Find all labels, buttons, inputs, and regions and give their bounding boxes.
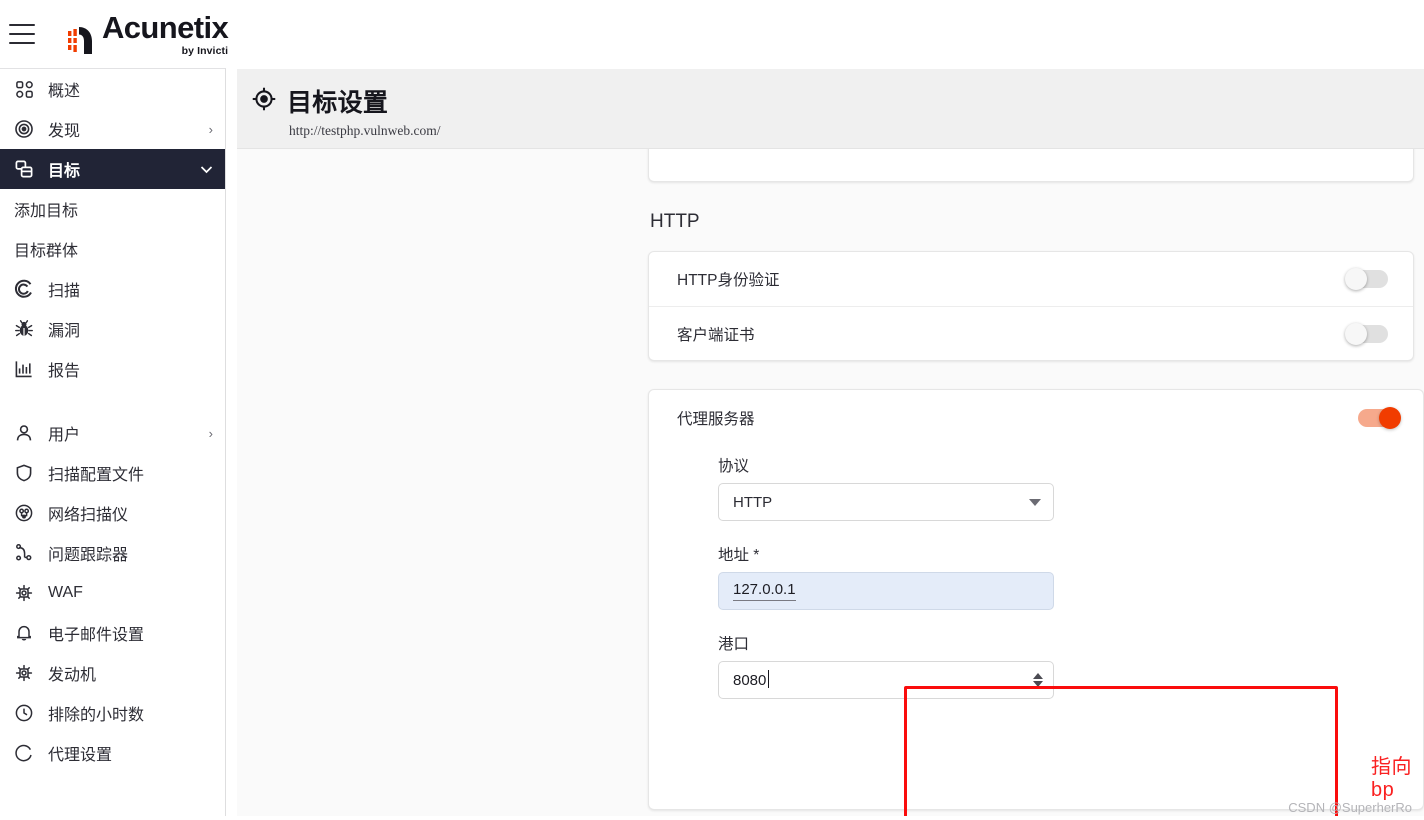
sidebar-item-label: 扫描	[48, 283, 81, 300]
client-certificate-row[interactable]: 客户端证书	[649, 306, 1413, 360]
sidebar-item-overview[interactable]: 概述	[0, 69, 225, 109]
bell-icon	[12, 621, 36, 645]
sidebar-item-engines[interactable]: 发动机	[0, 653, 225, 693]
top-bar: Acunetix by Invicti	[0, 0, 1424, 68]
port-input[interactable]: 8080	[718, 661, 1054, 699]
sidebar-item-add-target[interactable]: 添加目标	[0, 189, 225, 229]
sidebar-item-target-groups[interactable]: 目标群体	[0, 229, 225, 269]
watermark: CSDN @SuperherRo	[1288, 800, 1412, 815]
port-stepper[interactable]	[1033, 673, 1043, 687]
proxy-server-body: 协议 HTTP 地址 * 127.0.0.1 港口 8080	[649, 446, 1423, 699]
proxy-icon	[12, 741, 36, 765]
shield-icon	[12, 461, 36, 485]
sidebar-item-label: 代理设置	[48, 747, 113, 764]
sidebar-item-issue-trackers[interactable]: 问题跟踪器	[0, 533, 225, 573]
target-url: http://testphp.vulnweb.com/	[289, 123, 441, 138]
client-certificate-toggle[interactable]	[1345, 322, 1391, 345]
grid-icon	[12, 77, 36, 101]
sidebar-item-label: 用户	[48, 427, 81, 444]
http-auth-row[interactable]: HTTP身份验证	[649, 252, 1413, 306]
sidebar-item-label: 添加目标	[14, 203, 79, 220]
sidebar-item-label: 电子邮件设置	[48, 627, 145, 644]
sidebar-item-label: 漏洞	[48, 323, 81, 340]
user-icon	[12, 421, 36, 445]
sidebar-item-label: 网络扫描仪	[48, 507, 129, 524]
app-root: Acunetix by Invicti 概述 发现 › 目标 添加目标 目标群体…	[0, 0, 1424, 820]
previous-settings-card	[648, 149, 1414, 182]
acunetix-logo-icon	[65, 23, 95, 57]
sidebar-item-label: 目标群体	[14, 243, 79, 260]
chevron-right-icon: ›	[208, 425, 213, 441]
brand-logo[interactable]: Acunetix by Invicti	[65, 9, 229, 57]
sidebar-item-label: 报告	[48, 363, 81, 380]
protocol-select[interactable]: HTTP	[718, 483, 1054, 521]
proxy-server-header[interactable]: 代理服务器	[649, 390, 1423, 446]
targets-icon	[12, 157, 36, 181]
sidebar-item-discovery[interactable]: 发现 ›	[0, 109, 225, 149]
stepper-up-icon[interactable]	[1033, 673, 1043, 679]
proxy-server-toggle[interactable]	[1355, 407, 1401, 429]
sidebar-item-scans[interactable]: 扫描	[0, 269, 225, 309]
sidebar: 概述 发现 › 目标 添加目标 目标群体 扫描 漏洞 报告 用户 › 扫描配置文…	[0, 68, 226, 820]
chevron-right-icon: ›	[208, 121, 213, 137]
address-label: 地址 *	[718, 547, 760, 564]
sidebar-item-label: 问题跟踪器	[48, 547, 129, 564]
sidebar-item-label: 扫描配置文件	[48, 467, 145, 484]
sidebar-item-users[interactable]: 用户 ›	[0, 413, 225, 453]
protocol-label: 协议	[718, 458, 750, 475]
proxy-server-label: 代理服务器	[677, 411, 755, 428]
stepper-down-icon[interactable]	[1033, 681, 1043, 687]
sidebar-item-waf[interactable]: WAF	[0, 573, 225, 613]
protocol-value: HTTP	[733, 493, 773, 511]
http-auth-toggle[interactable]	[1345, 268, 1391, 290]
issue-tracker-icon	[12, 541, 36, 565]
port-field: 港口 8080	[718, 632, 1423, 699]
network-scanner-icon	[12, 501, 36, 525]
chevron-down-icon	[199, 162, 213, 177]
annotation-note: 指向bp	[1371, 756, 1412, 801]
sidebar-item-label: 目标	[48, 163, 81, 180]
brand-name: Acunetix	[102, 9, 229, 45]
sidebar-item-email-settings[interactable]: 电子邮件设置	[0, 613, 225, 653]
http-settings-card: HTTP身份验证 客户端证书	[648, 251, 1414, 361]
port-value: 8080	[733, 669, 770, 689]
sidebar-item-label: 发动机	[48, 667, 97, 684]
bug-icon	[12, 317, 36, 341]
waf-icon	[12, 581, 36, 605]
page-title: 目标设置	[287, 89, 389, 117]
sidebar-divider-space	[0, 389, 225, 413]
sidebar-item-label: 排除的小时数	[48, 707, 145, 724]
chevron-down-icon	[1029, 498, 1041, 506]
http-section-title: HTTP	[650, 211, 700, 232]
sidebar-item-vulnerabilities[interactable]: 漏洞	[0, 309, 225, 349]
page-header: 目标设置 http://testphp.vulnweb.com/	[237, 69, 1424, 149]
target-settings-icon	[251, 86, 277, 117]
sidebar-item-label: WAF	[48, 584, 83, 601]
engine-icon	[12, 661, 36, 685]
sidebar-item-scan-profiles[interactable]: 扫描配置文件	[0, 453, 225, 493]
sidebar-item-label: 概述	[48, 83, 81, 100]
sidebar-item-proxy-settings[interactable]: 代理设置	[0, 733, 225, 773]
brand-tagline: by Invicti	[181, 44, 229, 57]
bottom-strip	[0, 816, 1424, 820]
sidebar-item-reports[interactable]: 报告	[0, 349, 225, 389]
address-field: 地址 * 127.0.0.1	[718, 543, 1423, 610]
address-input[interactable]: 127.0.0.1	[718, 572, 1054, 610]
address-value: 127.0.0.1	[733, 581, 796, 601]
protocol-field: 协议 HTTP	[718, 454, 1423, 521]
hamburger-menu-icon[interactable]	[9, 24, 35, 44]
scan-icon	[12, 277, 36, 301]
main-content: HTTP HTTP身份验证 客户端证书 代理服务器 协议 HTTP 地址 * 1…	[237, 149, 1424, 820]
proxy-server-card: 代理服务器 协议 HTTP 地址 * 127.0.0.1 港口 8080	[648, 389, 1424, 810]
bullseye-icon	[12, 117, 36, 141]
port-label: 港口	[718, 636, 750, 653]
client-certificate-label: 客户端证书	[677, 326, 755, 344]
clock-icon	[12, 701, 36, 725]
http-auth-label: HTTP身份验证	[677, 272, 780, 289]
chart-icon	[12, 357, 36, 381]
sidebar-item-label: 发现	[48, 123, 81, 140]
sidebar-item-excluded-hours[interactable]: 排除的小时数	[0, 693, 225, 733]
sidebar-item-network-scanner[interactable]: 网络扫描仪	[0, 493, 225, 533]
sidebar-item-targets[interactable]: 目标	[0, 149, 225, 189]
